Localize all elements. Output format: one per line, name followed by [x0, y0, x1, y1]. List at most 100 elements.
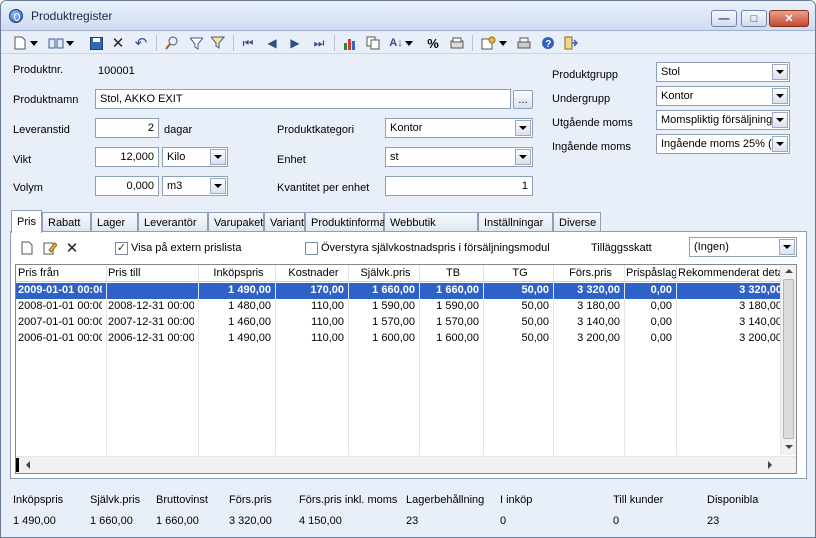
maximize-button[interactable]: □: [741, 10, 767, 27]
new-icon[interactable]: [11, 34, 29, 52]
produktgrupp-select[interactable]: Stol: [656, 62, 790, 82]
visa-extern-checkbox[interactable]: ✓: [115, 242, 128, 255]
last-record-icon[interactable]: ⏭: [310, 34, 328, 52]
utgaende-moms-label: Utgående moms: [552, 117, 633, 129]
minimize-button[interactable]: —: [711, 10, 737, 27]
column-header[interactable]: Pris till: [108, 267, 200, 279]
vertical-scrollbar[interactable]: [780, 265, 796, 455]
kvantitet-input[interactable]: 1: [385, 176, 533, 196]
help-icon[interactable]: ?: [539, 34, 557, 52]
tab-leverant-r[interactable]: Leverantör: [138, 212, 208, 232]
save-icon[interactable]: [87, 34, 105, 52]
vikt-input[interactable]: 12,000: [95, 147, 159, 167]
ingaende-moms-label: Ingående moms: [552, 141, 631, 153]
utgaende-moms-select[interactable]: Momspliktig försäljning 25: [656, 110, 790, 130]
vertical-scroll-thumb[interactable]: [783, 279, 794, 439]
tillaggsskatt-select[interactable]: (Ingen): [689, 237, 797, 257]
column-header[interactable]: Rekommenderat deta: [678, 267, 788, 279]
column-header[interactable]: Förs.pris: [555, 267, 626, 279]
chevron-down-icon: [515, 120, 531, 136]
filter-icon[interactable]: [187, 34, 205, 52]
dropdown-arrow-icon[interactable]: [29, 34, 39, 52]
tab-inst-llningar[interactable]: Inställningar: [478, 212, 553, 232]
scroll-up-icon[interactable]: [785, 269, 793, 273]
produktkategori-select[interactable]: Kontor: [385, 118, 533, 138]
pris-tab-panel: ✕ ✓ Visa på extern prislista Överstyra s…: [10, 231, 807, 479]
produktgrupp-value: Stol: [661, 66, 680, 78]
tab-rabatt[interactable]: Rabatt: [42, 212, 91, 232]
scroll-left-icon[interactable]: [26, 461, 30, 469]
sort-icon[interactable]: A↓: [387, 34, 405, 52]
volym-unit-select[interactable]: m3: [162, 176, 228, 196]
column-header[interactable]: Självk.pris: [350, 267, 421, 279]
settings-icon[interactable]: [479, 34, 497, 52]
table-cell: 2008-12-31 00:00: [108, 300, 194, 312]
summary-label: Förs.pris inkl. moms: [299, 494, 398, 506]
exit-icon[interactable]: [562, 34, 580, 52]
column-header[interactable]: Prispåslag: [626, 267, 678, 279]
tab-lager[interactable]: Lager: [91, 212, 138, 232]
overstyra-checkbox[interactable]: [305, 242, 318, 255]
column-header[interactable]: Pris från: [18, 267, 108, 279]
close-button[interactable]: ✕: [769, 10, 809, 27]
leveranstid-label: Leveranstid: [13, 124, 70, 136]
undergrupp-select[interactable]: Kontor: [656, 86, 790, 106]
column-header[interactable]: Kostnader: [277, 267, 350, 279]
produktnamn-input[interactable]: Stol, AKKO EXIT: [95, 89, 511, 109]
edit-row-icon[interactable]: [41, 239, 59, 257]
horizontal-scrollbar[interactable]: [16, 456, 796, 473]
volym-unit-value: m3: [167, 180, 183, 192]
table-cell: 1 660,00: [436, 284, 479, 296]
column-header[interactable]: Inköpspris: [200, 267, 277, 279]
enhet-select[interactable]: st: [385, 147, 533, 167]
volym-input[interactable]: 0,000: [95, 176, 159, 196]
column-divider: [553, 265, 554, 455]
utgaende-moms-value: Momspliktig försäljning 25: [661, 114, 788, 126]
dropdown-arrow-icon[interactable]: [404, 34, 414, 52]
tab-variant[interactable]: Variant: [264, 212, 305, 232]
next-record-icon[interactable]: ▶: [286, 34, 304, 52]
open-book-icon[interactable]: [47, 34, 65, 52]
copy-icon[interactable]: [364, 34, 382, 52]
print-icon[interactable]: [515, 34, 533, 52]
tab-pris[interactable]: Pris: [11, 210, 42, 233]
price-grid[interactable]: Pris från Pris till Inköpspris Kostnader Sjä…: [15, 264, 797, 474]
print-preview-icon[interactable]: [448, 34, 466, 52]
chart-icon[interactable]: [341, 34, 359, 52]
column-header[interactable]: TB: [421, 267, 485, 279]
filter-clear-icon[interactable]: [209, 34, 227, 52]
table-row[interactable]: 2006-01-01 00:00 2006-12-31 00:00 1 490,00…: [16, 331, 784, 347]
ingaende-moms-select[interactable]: Ingående moms 25% (30: [656, 134, 790, 154]
delete-row-icon[interactable]: ✕: [63, 239, 81, 257]
previous-record-icon[interactable]: ◀: [263, 34, 281, 52]
window-title: Produktregister: [31, 9, 113, 23]
table-row[interactable]: 2009-01-01 00:00 1 490,00 170,00 1 660,00 1 …: [16, 283, 784, 299]
title-bar[interactable]: Produktregister — □ ✕: [1, 1, 815, 31]
table-cell: 3 140,00: [577, 316, 620, 328]
scroll-right-icon[interactable]: [768, 461, 772, 469]
new-row-icon[interactable]: [18, 239, 36, 257]
tab-diverse[interactable]: Diverse: [553, 212, 601, 232]
chevron-down-icon: [210, 149, 226, 165]
search-icon[interactable]: [163, 34, 181, 52]
column-header[interactable]: TG: [485, 267, 555, 279]
dropdown-arrow-icon[interactable]: [65, 34, 75, 52]
leveranstid-input[interactable]: 2: [95, 118, 159, 138]
scroll-down-icon[interactable]: [785, 445, 793, 449]
first-record-icon[interactable]: ⏮: [239, 34, 257, 52]
delete-icon[interactable]: ✕: [109, 34, 127, 52]
tab-webbutik[interactable]: Webbutik: [384, 212, 478, 232]
undo-icon[interactable]: ↶: [132, 34, 150, 52]
percent-icon[interactable]: %: [424, 34, 442, 52]
tab-varupaket[interactable]: Varupaket: [208, 212, 264, 232]
chevron-down-icon: [515, 149, 531, 165]
dropdown-arrow-icon[interactable]: [498, 34, 508, 52]
table-cell: 0,00: [650, 332, 672, 344]
produktnamn-label: Produktnamn: [13, 94, 79, 106]
table-row[interactable]: 2007-01-01 00:00 2007-12-31 00:00 1 460,00…: [16, 315, 784, 331]
enhet-value: st: [390, 151, 399, 163]
tab-produktinformation[interactable]: Produktinformation: [305, 212, 403, 232]
table-row[interactable]: 2008-01-01 00:00 2008-12-31 00:00 1 480,00…: [16, 299, 784, 315]
produktnamn-browse-button[interactable]: ...: [513, 90, 533, 109]
vikt-unit-select[interactable]: Kilo: [162, 147, 228, 167]
